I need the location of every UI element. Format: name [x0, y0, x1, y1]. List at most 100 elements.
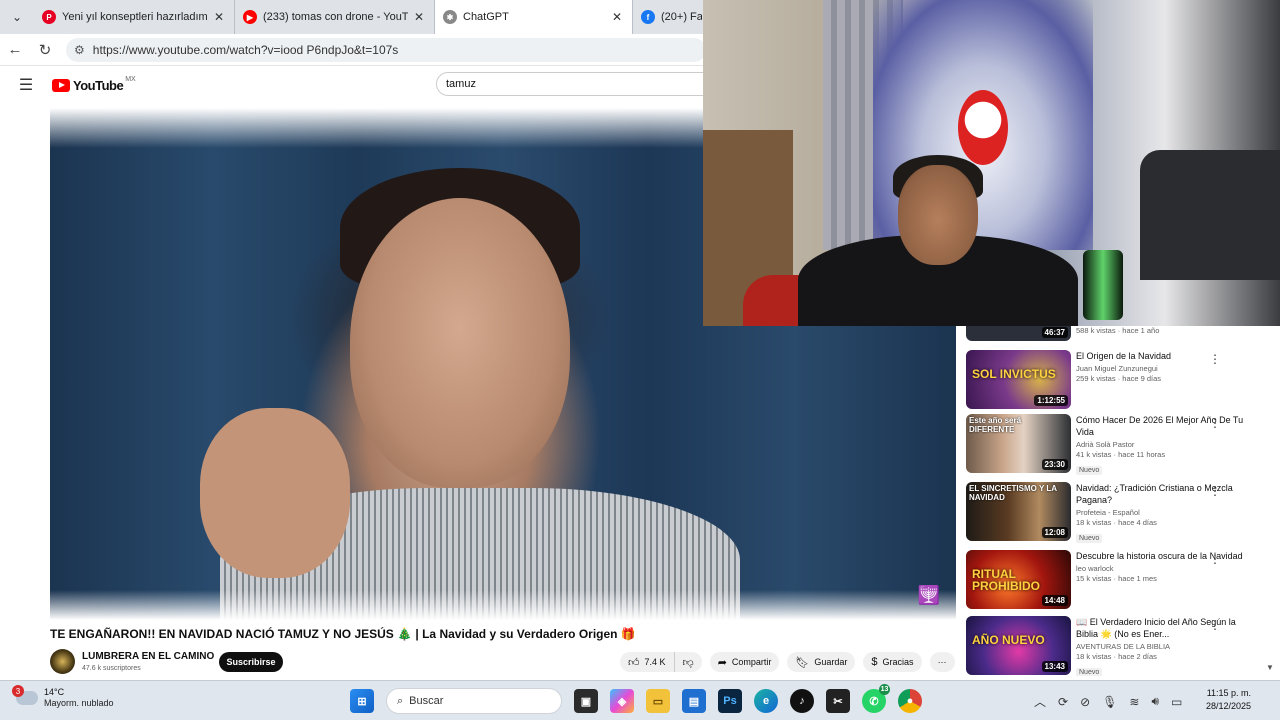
wifi-icon[interactable]: ≋	[1129, 695, 1139, 709]
weather-widget[interactable]: 3 14°C Mayorm. nublado	[12, 685, 114, 709]
video-frame-face	[350, 198, 570, 488]
taskbar-search[interactable]: ⌕ Buscar	[386, 688, 562, 714]
search-icon: ⌕	[397, 694, 404, 707]
more-actions-button[interactable]: ···	[929, 652, 955, 672]
clock-time: 11:15 p. m.	[1206, 688, 1252, 698]
more-options-icon[interactable]: ⋮	[1209, 552, 1221, 566]
url-field[interactable]: ⚙ https://www.youtube.com/watch?v=iood P…	[66, 37, 706, 62]
like-count: 7.4 K	[644, 657, 666, 667]
video-thumbnail[interactable]: RITUAL PROHIBIDO 14:48	[966, 550, 1071, 609]
notification-badge: 3	[12, 685, 24, 697]
close-tab-icon[interactable]: ✕	[208, 10, 224, 24]
browser-tab-chatgpt[interactable]: ✱ ChatGPT ✕	[434, 0, 632, 34]
tiktok-icon[interactable]: ♪	[790, 689, 814, 713]
video-thumbnail[interactable]: SOL INVICTUS 1:12:55	[966, 350, 1071, 409]
channel-name[interactable]: LUMBRERA EN EL CAMINO	[82, 651, 214, 662]
browser-tab-youtube[interactable]: ▶ (233) tomas con drone - YouTube ✕	[234, 0, 434, 34]
save-label: Guardar	[814, 657, 848, 667]
more-options-icon[interactable]: ⋮	[1209, 484, 1221, 498]
windows-start-icon[interactable]: ⊞	[350, 689, 374, 713]
video-stats: 588 k vistas · hace 1 año	[1076, 326, 1160, 335]
store-icon[interactable]: ▤	[682, 689, 706, 713]
taskbar-search-label: Buscar	[409, 695, 444, 707]
youtube-play-icon	[52, 78, 70, 92]
weather-condition: Mayorm. nublado	[44, 698, 114, 708]
video-stats: 18 k vistas · hace 2 días	[1076, 652, 1157, 661]
video-frame-hand	[200, 408, 350, 578]
thanks-button[interactable]: $ Gracias	[863, 652, 922, 672]
new-badge: Nuevo	[1076, 534, 1103, 543]
dislike-button[interactable]: 👎︎	[673, 652, 702, 672]
thumbnail-text: Este año será DIFERENTE	[969, 416, 1022, 434]
photoshop-icon[interactable]: Ps	[718, 689, 742, 713]
file-explorer-icon[interactable]: ▭	[646, 689, 670, 713]
share-icon: ➦	[717, 656, 727, 669]
sync-icon[interactable]: ⟳	[1058, 695, 1068, 709]
recommended-video[interactable]: AÑO NUEVO 13:43 📖 El Verdadero Inicio de…	[966, 616, 1280, 676]
video-title: TE ENGAÑARON!! EN NAVIDAD NACIÓ TAMUZ Y …	[50, 627, 636, 641]
task-view-icon[interactable]: ▣	[574, 689, 598, 713]
recommended-video[interactable]: 46:37 588 k vistas · hace 1 año	[966, 326, 1280, 344]
youtube-logo[interactable]: YouTube MX	[52, 76, 136, 93]
microphone-icon[interactable]: 🎙︎	[1102, 695, 1117, 709]
video-thumbnail[interactable]: 46:37	[966, 326, 1071, 341]
url-text: https://www.youtube.com/watch?v=iood P6n…	[92, 42, 399, 57]
more-options-icon[interactable]: ⋮	[1209, 352, 1221, 366]
capcut-icon[interactable]: ✂	[826, 689, 850, 713]
copilot-icon[interactable]: ◈	[610, 689, 634, 713]
scroll-down-arrow-icon[interactable]: ▼	[1266, 663, 1274, 672]
video-duration: 13:43	[1041, 661, 1068, 672]
tab-search-dropdown[interactable]: ⌄	[0, 0, 34, 34]
search-input[interactable]: tamuz	[436, 72, 726, 96]
share-button[interactable]: ➦ Compartir	[709, 652, 780, 672]
browser-tab-pinterest[interactable]: P Yeni yıl konseptleri hazırladım ama ✕	[34, 0, 234, 34]
video-duration: 14:48	[1041, 595, 1068, 606]
search-input-value: tamuz	[446, 78, 476, 90]
menu-icon[interactable]: ☰	[0, 75, 52, 95]
tab-title: ChatGPT	[463, 11, 509, 23]
reload-icon[interactable]: ↻	[30, 35, 60, 65]
youtube-wordmark: YouTube	[73, 77, 124, 93]
back-arrow-icon[interactable]: ←	[0, 35, 30, 65]
channel-avatar[interactable]	[50, 649, 75, 674]
battery-icon[interactable]: ▭	[1171, 695, 1182, 709]
recommended-video[interactable]: RITUAL PROHIBIDO 14:48 Descubre la histo…	[966, 550, 1280, 612]
site-info-icon[interactable]: ⚙	[74, 43, 85, 57]
channel-name: Juan Miguel Zunzunegui	[1076, 364, 1158, 373]
close-tab-icon[interactable]: ✕	[408, 10, 424, 24]
video-thumbnail[interactable]: Este año será DIFERENTE 23:30	[966, 414, 1071, 473]
mute-icon[interactable]: ⊘	[1080, 695, 1090, 709]
channel-name: leo warlock	[1076, 564, 1114, 573]
close-tab-icon[interactable]: ✕	[606, 10, 622, 24]
chrome-icon[interactable]: ●	[898, 689, 922, 713]
subscribe-button[interactable]: Suscribirse	[219, 652, 283, 672]
recommended-video[interactable]: EL SINCRETISMO Y LA NAVIDAD 12:08 Navida…	[966, 482, 1280, 544]
taskbar: 3 14°C Mayorm. nublado ⊞ ⌕ Buscar ▣ ◈ ▭ …	[0, 680, 1280, 720]
browser-tab-facebook[interactable]: f (20+) Face	[632, 0, 712, 34]
thumbnail-text: RITUAL PROHIBIDO	[972, 567, 1041, 593]
chevron-down-icon: ⌄	[11, 10, 23, 24]
save-button[interactable]: 🔖︎ Guardar	[787, 652, 856, 672]
video-fade-bottom	[50, 590, 956, 620]
recommended-video[interactable]: SOL INVICTUS 1:12:55 El Origen de la Nav…	[966, 350, 1280, 412]
super-thanks-icon: $	[871, 656, 878, 668]
recommended-video[interactable]: Este año será DIFERENTE 23:30 Cómo Hacer…	[966, 414, 1280, 476]
channel-name: Profeteia - Español	[1076, 508, 1140, 517]
new-badge: Nuevo	[1076, 668, 1103, 676]
tab-title: Yeni yıl konseptleri hazırladım ama	[62, 11, 208, 23]
webcam-person-head	[898, 165, 978, 265]
volume-icon[interactable]: 🔊︎	[1151, 694, 1159, 709]
thanks-label: Gracias	[882, 657, 914, 667]
video-stats: 18 k vistas · hace 4 días	[1076, 518, 1157, 527]
more-options-icon[interactable]: ⋮	[1209, 618, 1221, 632]
more-options-icon[interactable]: ⋮	[1209, 416, 1221, 430]
channel-watermark-icon[interactable]: 🕎	[918, 585, 940, 606]
clock[interactable]: 11:15 p. m. 28/12/2025	[1206, 687, 1251, 713]
edge-icon[interactable]: e	[754, 689, 778, 713]
like-button[interactable]: 👍︎ 7.4 K	[620, 652, 674, 672]
whatsapp-icon[interactable]: ✆ 13	[862, 684, 890, 713]
video-thumbnail[interactable]: EL SINCRETISMO Y LA NAVIDAD 12:08	[966, 482, 1071, 541]
webcam-lamp	[1083, 250, 1123, 320]
chevron-up-icon[interactable]: ︿	[1034, 693, 1046, 710]
video-thumbnail[interactable]: AÑO NUEVO 13:43	[966, 616, 1071, 675]
